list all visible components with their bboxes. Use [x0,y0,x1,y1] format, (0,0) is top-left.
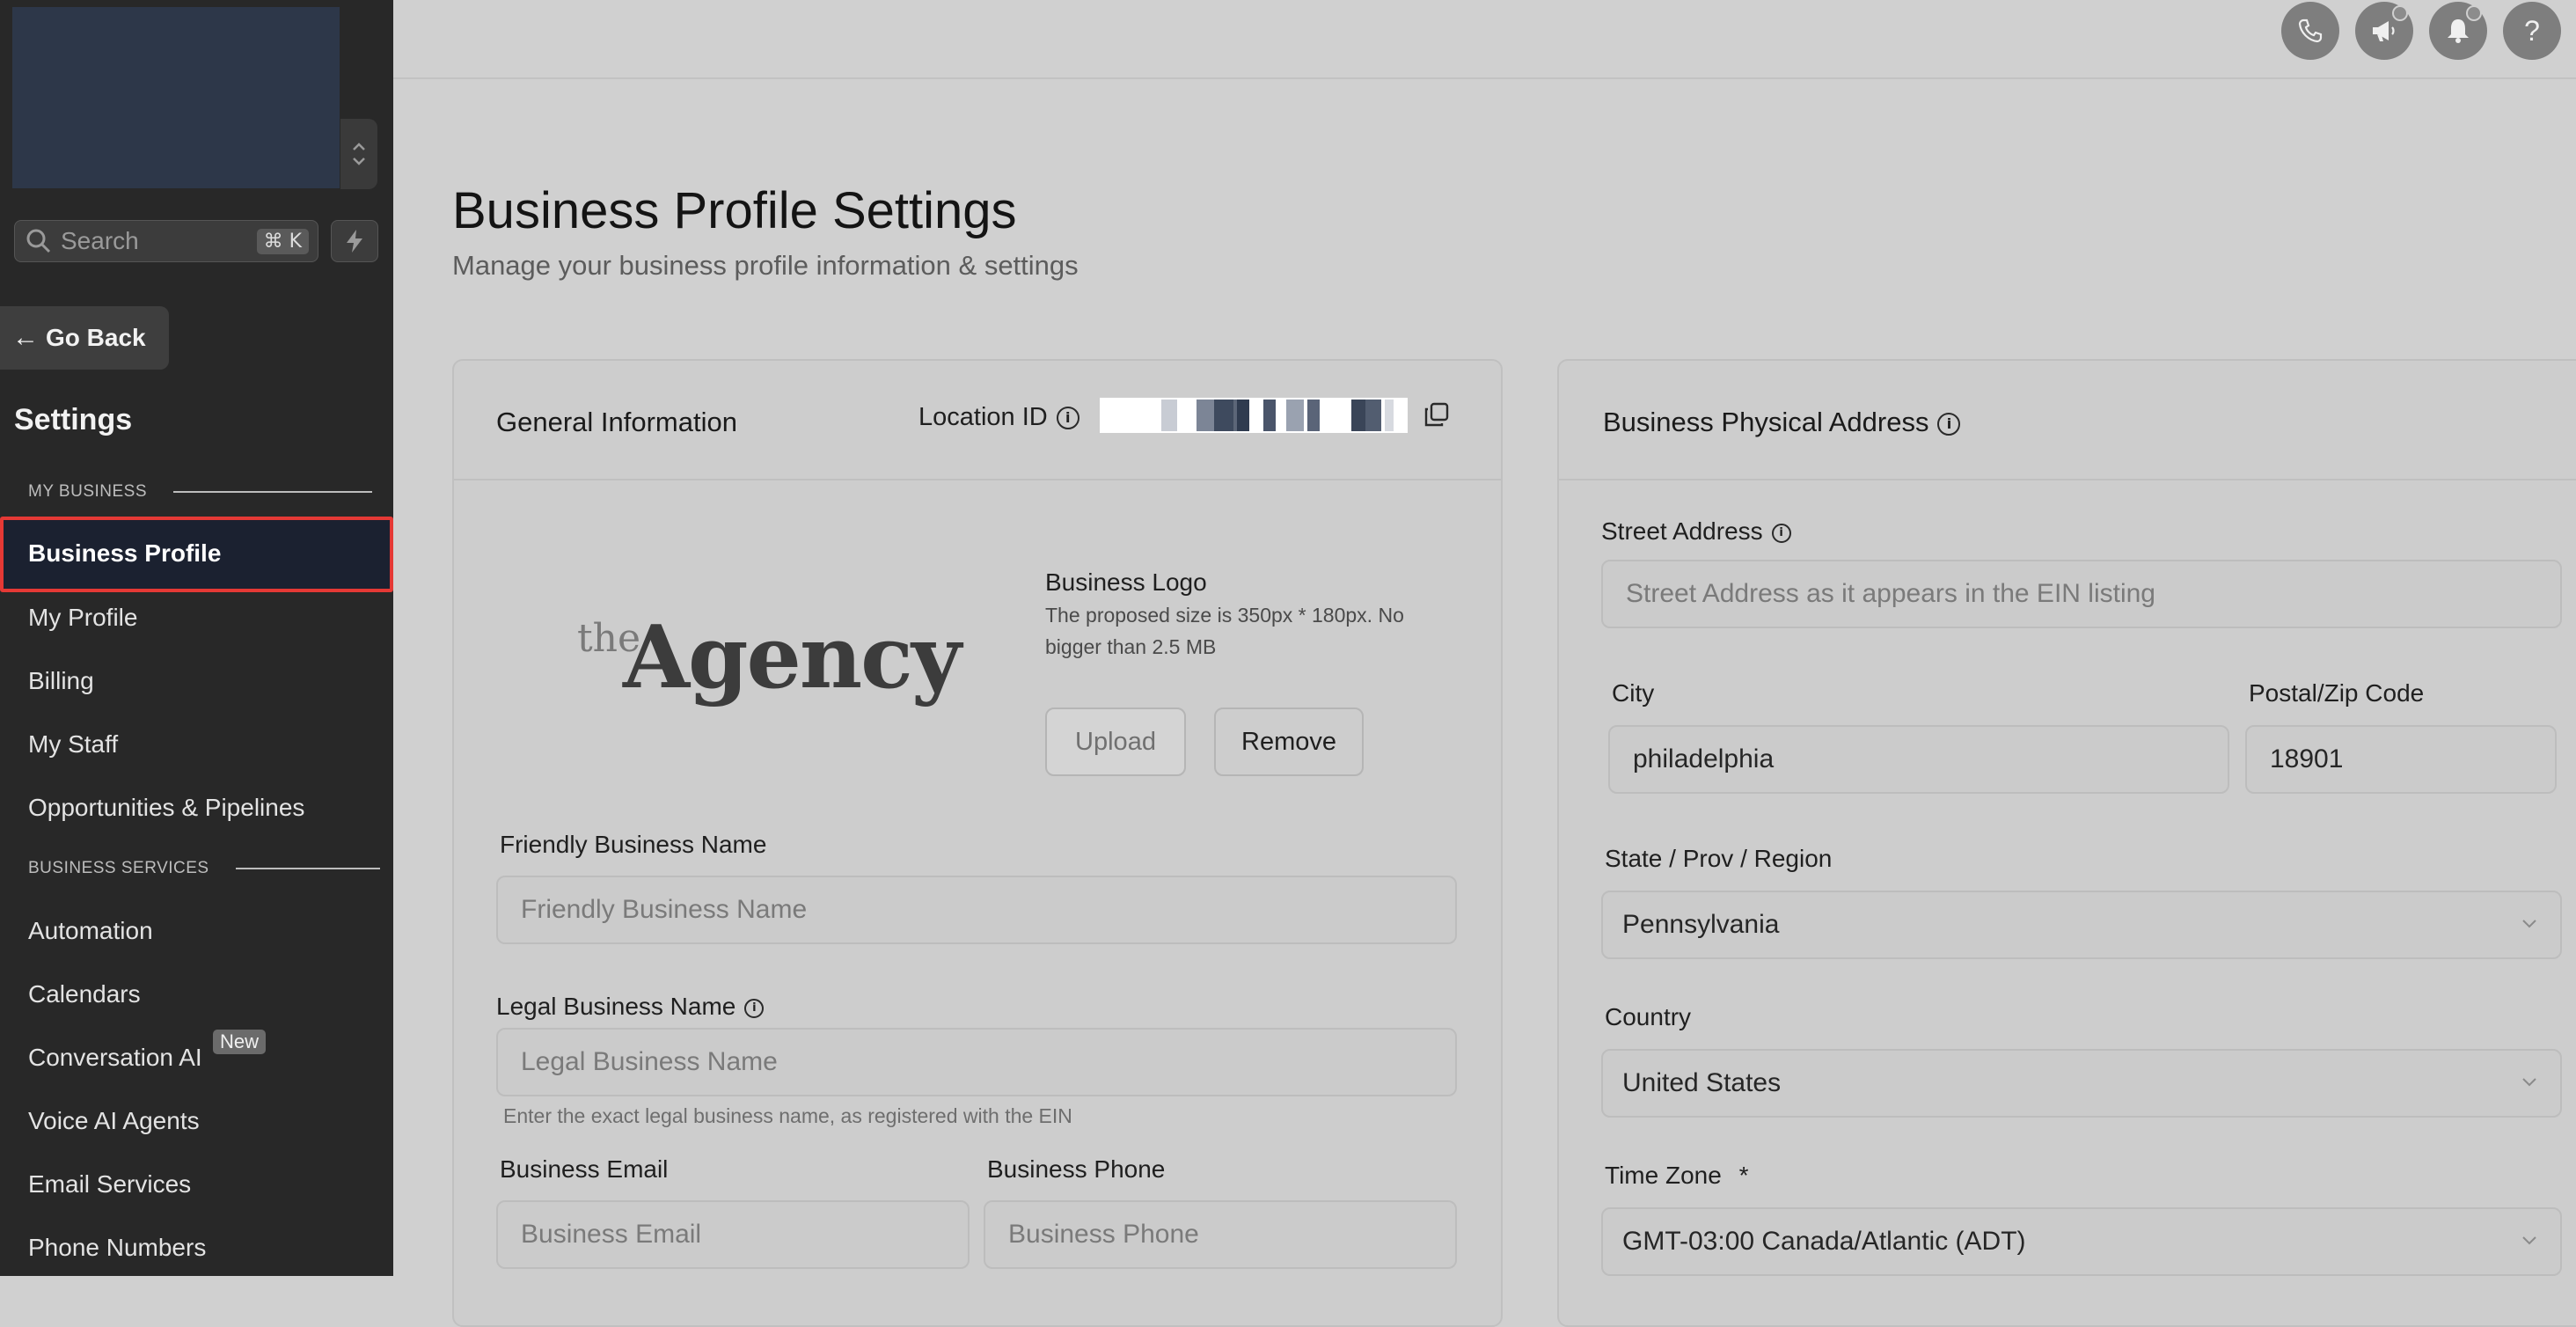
business-email-input[interactable]: Business Email [496,1200,970,1269]
business-phone-input[interactable]: Business Phone [984,1200,1457,1269]
section-my-business: MY BUSINESS [28,482,373,502]
page-subtitle: Manage your business profile information… [452,250,1079,281]
business-logo-label: Business Logo [1045,568,1207,596]
search-shortcut: ⌘ K [256,228,309,254]
notification-dot [2466,5,2482,21]
required-marker: * [1738,1162,1749,1189]
sidebar-item-opportunities[interactable]: Opportunities & Pipelines [28,794,304,822]
business-phone-label: Business Phone [987,1155,1166,1183]
sidebar-item-my-staff[interactable]: My Staff [28,730,118,759]
logo-size-hint-line2: bigger than 2.5 MB [1045,635,1217,658]
sidebar-item-automation[interactable]: Automation [28,917,153,945]
sidebar-item-phone-numbers[interactable]: Phone Numbers [28,1234,206,1262]
account-switcher-button[interactable] [340,119,377,189]
upload-button[interactable]: Upload [1045,707,1186,776]
business-email-label: Business Email [500,1155,669,1183]
country-select[interactable]: United States [1601,1049,2562,1118]
lightning-icon [347,230,362,253]
top-header: ? [393,0,2576,79]
help-button[interactable]: ? [2503,2,2561,60]
chevron-down-icon [2522,1078,2536,1087]
page-title: Business Profile Settings [452,182,1017,239]
go-back-label: Go Back [46,324,146,351]
logo-wordmark-large: Agency [623,607,962,708]
info-icon[interactable]: i [744,998,765,1018]
info-icon[interactable]: i [1056,407,1079,430]
zip-input[interactable]: 18901 [2245,725,2557,794]
sidebar-item-my-profile[interactable]: My Profile [28,604,137,632]
state-label: State / Prov / Region [1605,845,1833,872]
street-address-label: Street Address i [1601,517,1791,546]
sidebar-title: Settings [14,403,133,436]
go-back-button[interactable]: ← Go Back [0,306,169,370]
state-select[interactable]: Pennsylvania [1601,891,2562,959]
legal-name-label: Legal Business Name i [496,993,765,1021]
megaphone-icon [2373,21,2395,41]
timezone-select[interactable]: GMT-03:00 Canada/Atlantic (ADT) [1601,1207,2562,1276]
search-icon [26,229,51,253]
sidebar-item-business-profile[interactable]: Business Profile [0,517,393,592]
copy-icon [1424,402,1449,427]
city-label: City [1612,679,1655,707]
card-title: General Information [496,407,737,437]
quick-actions-button[interactable] [331,220,378,262]
state-selected-value: Pennsylvania [1622,910,1780,939]
divider [235,868,380,869]
section-label: BUSINESS SERVICES [28,859,209,877]
new-badge: New [213,1030,267,1054]
section-business-services: BUSINESS SERVICES [28,859,380,878]
help-icon: ? [2524,14,2540,47]
account-logo-area[interactable] [12,7,340,188]
friendly-name-input[interactable]: Friendly Business Name [496,876,1457,944]
sidebar: Search ⌘ K ← Go Back Settings MY BUSINES… [0,0,393,1276]
sidebar-item-calendars[interactable]: Calendars [28,980,141,1008]
remove-button[interactable]: Remove [1214,707,1364,776]
timezone-label: Time Zone * [1605,1162,1748,1190]
legal-name-hint: Enter the exact legal business name, as … [503,1104,1072,1127]
sidebar-item-email-services[interactable]: Email Services [28,1170,191,1199]
info-icon[interactable]: i [1937,412,1961,436]
section-label: MY BUSINESS [28,482,148,501]
divider [173,491,373,493]
city-input[interactable]: philadelphia [1608,725,2229,794]
country-label: Country [1605,1003,1692,1030]
copy-button[interactable] [1423,401,1453,431]
timezone-label-text: Time Zone [1605,1162,1722,1189]
sidebar-item-conversation-ai[interactable]: Conversation AI [28,1044,202,1072]
location-id-label: Location ID i [918,403,1079,432]
phone-button[interactable] [2281,2,2339,60]
sidebar-item-label: Business Profile [28,539,222,567]
legal-name-input[interactable]: Legal Business Name [496,1028,1457,1096]
notification-dot [2392,5,2408,21]
friendly-name-label: Friendly Business Name [500,831,767,858]
chevron-down-icon [2522,920,2536,928]
legal-name-label-text: Legal Business Name [496,993,736,1020]
country-selected-value: United States [1622,1068,1782,1097]
sidebar-search[interactable]: Search ⌘ K [14,220,318,262]
phone-icon [2298,18,2323,43]
logo-size-hint-line1: The proposed size is 350px * 180px. No [1045,604,1404,627]
sidebar-item-billing[interactable]: Billing [28,667,94,695]
card-title-text: Business Physical Address [1603,407,1929,437]
location-id-value-redacted [1100,398,1408,433]
sidebar-item-voice-ai[interactable]: Voice AI Agents [28,1107,200,1135]
street-address-label-text: Street Address [1601,517,1763,545]
chevron-up-down-icon [353,143,365,165]
announcements-button[interactable] [2355,2,2413,60]
bell-icon [2448,19,2469,43]
street-address-input[interactable]: Street Address as it appears in the EIN … [1601,560,2562,628]
card-title: Business Physical Address i [1603,407,1961,438]
search-placeholder: Search [61,227,139,254]
timezone-selected-value: GMT-03:00 Canada/Atlantic (ADT) [1622,1227,2026,1256]
info-icon[interactable]: i [1771,523,1791,543]
notifications-button[interactable] [2429,2,2487,60]
chevron-down-icon [2522,1236,2536,1245]
zip-label: Postal/Zip Code [2249,679,2425,707]
card-header: Business Physical Address i [1559,361,2576,480]
arrow-left-icon: ← [12,323,39,352]
location-id-text: Location ID [918,403,1048,431]
